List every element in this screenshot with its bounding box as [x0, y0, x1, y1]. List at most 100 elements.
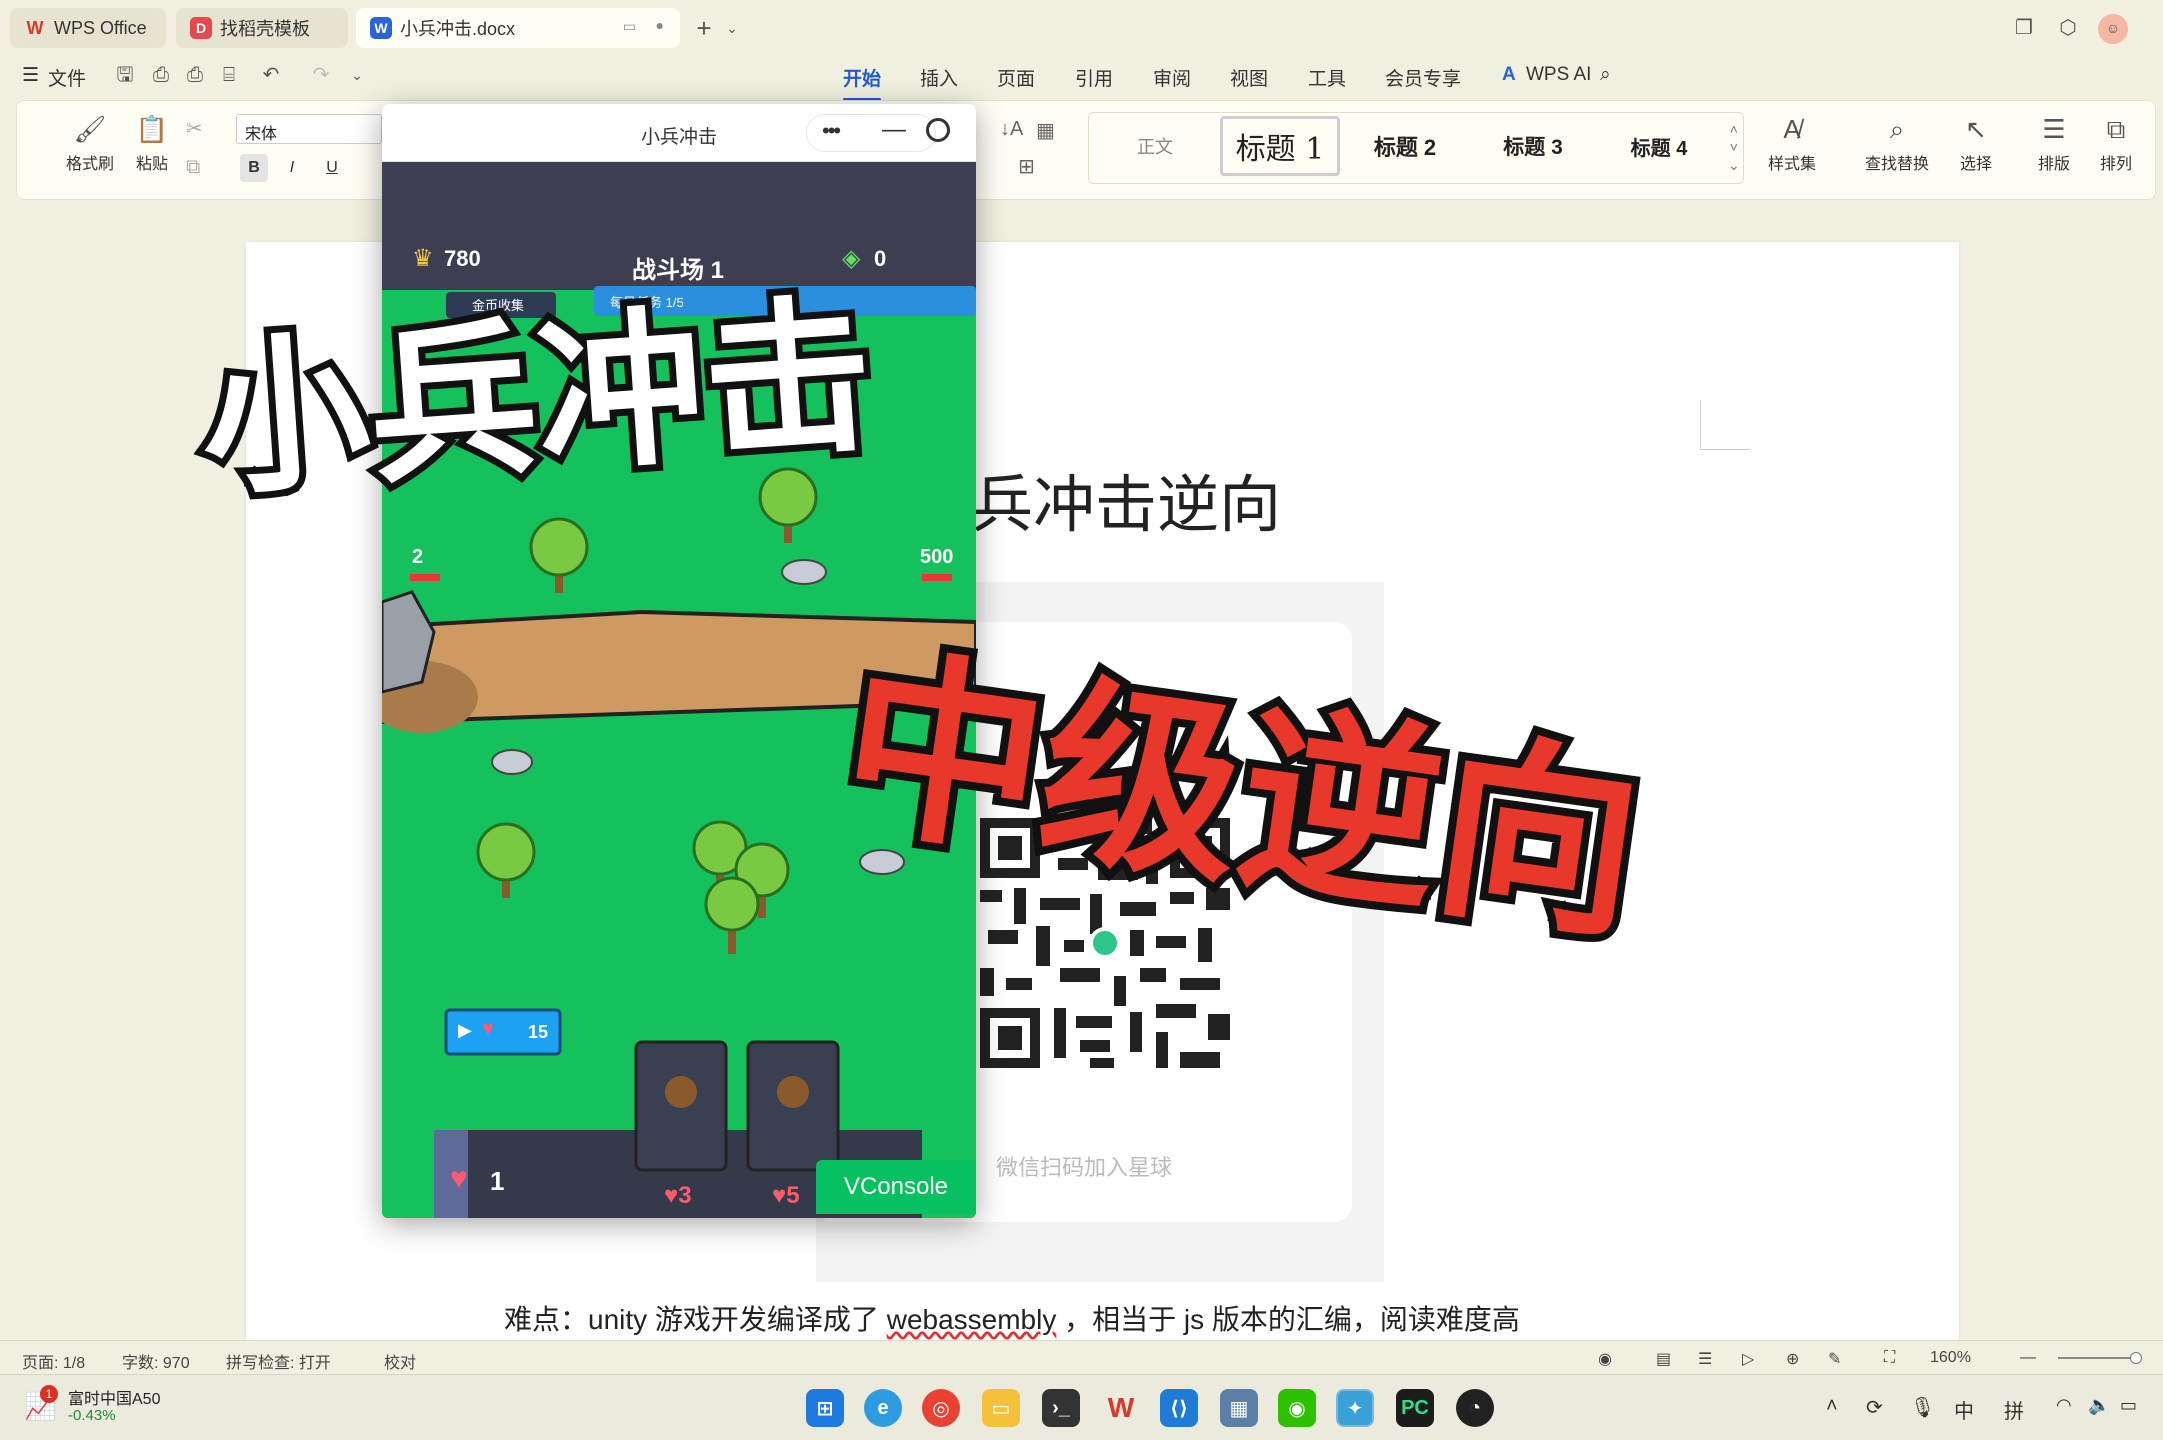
- ruler-icon[interactable]: ▦: [1036, 118, 1055, 143]
- wechat-devtools-icon[interactable]: ✦: [1336, 1389, 1374, 1427]
- undo-icon[interactable]: ↶: [258, 62, 284, 88]
- style-scroll-icon[interactable]: ˄ ˅ ⌄: [1728, 120, 1740, 174]
- wechat-icon[interactable]: ◉: [1278, 1389, 1316, 1427]
- template-icon: D: [190, 17, 212, 39]
- hamburger-icon[interactable]: ☰: [22, 64, 39, 87]
- menu-home[interactable]: 开始: [843, 64, 882, 101]
- menu-wps-ai[interactable]: WPS AI: [1526, 64, 1591, 86]
- style-heading-2[interactable]: 标题 2: [1350, 116, 1460, 176]
- copy-icon[interactable]: ⧉: [186, 156, 200, 179]
- slot1-cost[interactable]: ♥3: [664, 1182, 692, 1210]
- page-indicator[interactable]: 页面: 1/8: [22, 1349, 85, 1373]
- calculator-icon[interactable]: ▦: [1220, 1389, 1258, 1427]
- word-count[interactable]: 字数: 970: [122, 1349, 190, 1373]
- slot2-cost[interactable]: ♥5: [772, 1182, 800, 1210]
- sort-icon[interactable]: ↓A: [1000, 118, 1023, 141]
- save-icon[interactable]: 🖫: [112, 62, 138, 88]
- wifi-icon[interactable]: ◠: [2056, 1395, 2072, 1416]
- tab-wps-office[interactable]: W WPS Office: [10, 8, 166, 48]
- format-painter-button[interactable]: 🖌 格式刷: [60, 114, 120, 174]
- file-explorer-icon[interactable]: ▭: [982, 1389, 1020, 1427]
- wps-taskbar-icon[interactable]: W: [1102, 1389, 1140, 1427]
- tab-document[interactable]: W 小兵冲击.docx ▭ ●: [356, 8, 680, 48]
- battery-icon[interactable]: ▭: [2120, 1395, 2137, 1416]
- menu-insert[interactable]: 插入: [920, 64, 958, 91]
- arrange-button[interactable]: ⧉ 排列: [2086, 114, 2146, 174]
- style-heading-1[interactable]: 标题 1: [1220, 116, 1340, 176]
- pen-icon[interactable]: ✎: [1828, 1349, 1841, 1369]
- pycharm-icon[interactable]: PC: [1396, 1389, 1434, 1427]
- font-name-select[interactable]: 宋体: [236, 114, 382, 144]
- left-base-hp: 2: [412, 546, 424, 568]
- style-heading-3[interactable]: 标题 3: [1478, 116, 1588, 176]
- spell-check[interactable]: 拼写检查: 打开: [226, 1349, 331, 1373]
- cut-icon[interactable]: ✂: [186, 116, 203, 141]
- style-normal[interactable]: 正文: [1100, 116, 1210, 176]
- tab-template[interactable]: D 找稻壳模板: [176, 8, 348, 48]
- body-link-webassembly[interactable]: webassembly: [887, 1304, 1057, 1335]
- body-text-suffix: ，相当于 js 版本的汇编，阅读难度高: [1056, 1304, 1520, 1335]
- play-icon[interactable]: ▷: [1742, 1349, 1754, 1369]
- stock-name[interactable]: 富时中国A50: [68, 1385, 160, 1409]
- ime-chinese[interactable]: 中: [1954, 1395, 1974, 1424]
- border-icon[interactable]: ⊞: [1018, 154, 1035, 179]
- eye-icon[interactable]: ◉: [1598, 1349, 1612, 1369]
- menu-reference[interactable]: 引用: [1075, 64, 1113, 91]
- select-button[interactable]: ↖ 选择: [1946, 114, 2006, 174]
- new-tab-button[interactable]: +: [690, 14, 718, 42]
- chrome-browser-icon[interactable]: ◎: [922, 1389, 960, 1427]
- cube-icon[interactable]: ⬡: [2054, 14, 2082, 42]
- obs-icon[interactable]: ◔: [1456, 1389, 1494, 1427]
- chevron-down-icon[interactable]: ⌄: [718, 14, 746, 42]
- print-preview-icon[interactable]: ⌸: [216, 62, 242, 88]
- redo-icon[interactable]: ↷: [308, 62, 334, 88]
- close-circle-icon[interactable]: [926, 118, 950, 142]
- more-chevron-icon[interactable]: ⌄: [344, 62, 370, 88]
- menu-vip[interactable]: 会员专享: [1385, 64, 1461, 91]
- monitor-icon[interactable]: ▭: [623, 18, 636, 35]
- menu-page[interactable]: 页面: [997, 64, 1035, 91]
- underline-button[interactable]: U: [318, 154, 346, 182]
- ime-pinyin[interactable]: 拼: [2004, 1395, 2024, 1424]
- more-dots-icon[interactable]: •••: [822, 118, 841, 144]
- italic-button[interactable]: I: [278, 154, 306, 182]
- search-icon[interactable]: ⌕: [1600, 64, 1611, 86]
- proofread[interactable]: 校对: [384, 1349, 416, 1373]
- style-set-button[interactable]: A̸ 样式集: [1752, 114, 1832, 174]
- terminal-icon[interactable]: ›_: [1042, 1389, 1080, 1427]
- chevron-up-icon[interactable]: ˄: [1826, 1395, 1838, 1418]
- window-restore-icon[interactable]: ❐: [2010, 14, 2038, 42]
- fit-screen-icon[interactable]: ⛶: [1884, 1349, 1895, 1367]
- edge-browser-icon[interactable]: e: [864, 1389, 902, 1427]
- page-view-icon[interactable]: ▤: [1656, 1349, 1671, 1369]
- status-bar: 页面: 1/8 字数: 970 拼写检查: 打开 校对 ◉ ▤ ☰ ▷ ⊕ ✎ …: [0, 1340, 2163, 1374]
- ad-reward-count[interactable]: 15: [528, 1022, 548, 1043]
- outline-view-icon[interactable]: ☰: [1698, 1349, 1712, 1369]
- volume-icon[interactable]: 🔈: [2088, 1395, 2110, 1416]
- zoom-slider[interactable]: [2058, 1357, 2138, 1359]
- layout-icon: ☰: [2042, 114, 2066, 144]
- microphone-icon[interactable]: 🎙: [1910, 1395, 1935, 1420]
- menu-review[interactable]: 审阅: [1153, 64, 1191, 91]
- zoom-slider-thumb[interactable]: [2130, 1352, 2142, 1364]
- bold-button[interactable]: B: [240, 154, 268, 182]
- layout-button[interactable]: ☰ 排版: [2024, 114, 2084, 174]
- zoom-out-icon[interactable]: —: [2020, 1349, 2036, 1367]
- export-icon[interactable]: ⎙: [148, 62, 174, 88]
- paste-button[interactable]: 📋 粘贴: [122, 114, 182, 174]
- zoom-level[interactable]: 160%: [1930, 1349, 1971, 1367]
- find-replace-button[interactable]: ⌕ 查找替换: [1852, 114, 1942, 174]
- menu-tools[interactable]: 工具: [1308, 64, 1346, 91]
- vscode-icon[interactable]: ⟨⟩: [1160, 1389, 1198, 1427]
- vconsole-button[interactable]: VConsole: [816, 1160, 976, 1214]
- minimize-icon[interactable]: —: [882, 116, 906, 144]
- print-icon[interactable]: ⎙: [182, 62, 208, 88]
- avatar[interactable]: ☺: [2098, 14, 2128, 44]
- style-heading-4[interactable]: 标题 4: [1604, 116, 1714, 176]
- sync-icon[interactable]: ⟳: [1866, 1395, 1883, 1420]
- web-view-icon[interactable]: ⊕: [1786, 1349, 1799, 1369]
- arrange-icon: ⧉: [2106, 114, 2126, 144]
- menu-view[interactable]: 视图: [1230, 64, 1268, 91]
- menu-file[interactable]: 文件: [48, 64, 86, 91]
- windows-start-icon[interactable]: ⊞: [806, 1389, 844, 1427]
